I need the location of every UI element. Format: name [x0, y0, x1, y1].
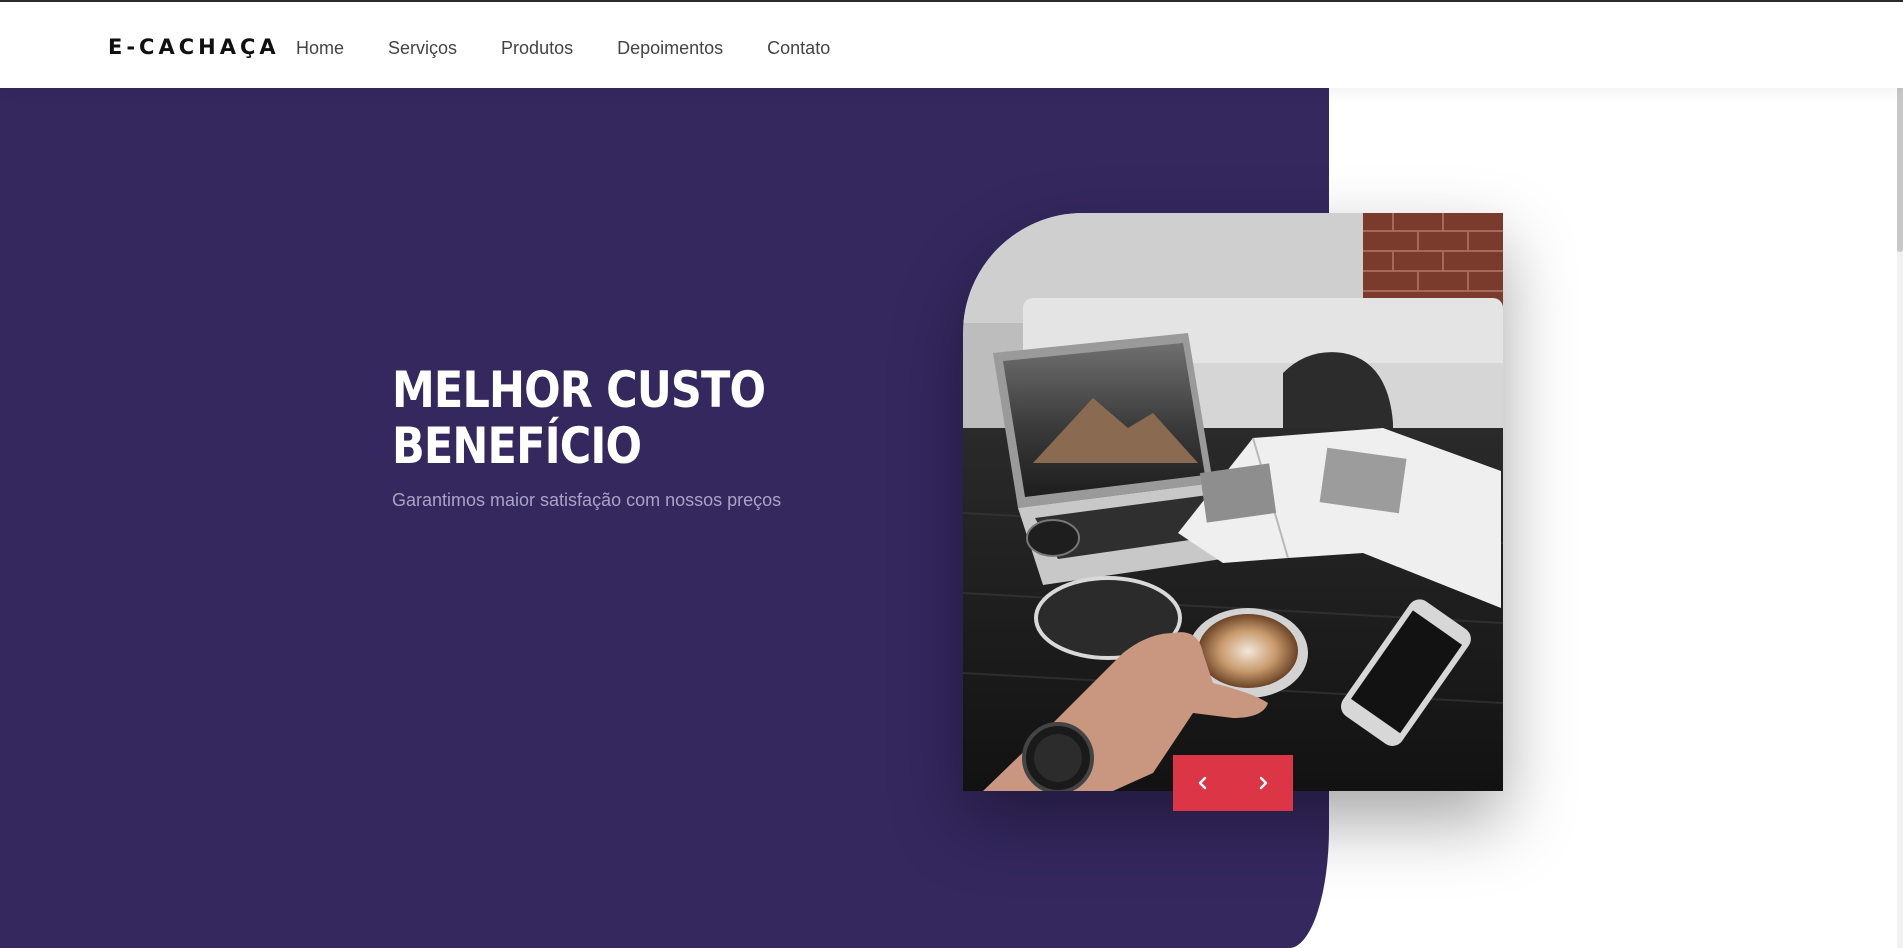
slider-prev-button[interactable] — [1173, 755, 1233, 811]
nav-item-servicos[interactable]: Serviços — [388, 36, 457, 60]
hero-title-line-2: BENEFÍCIO — [392, 417, 642, 475]
brand-logo[interactable]: E-CACHAÇA — [108, 32, 280, 62]
workspace-photo — [963, 213, 1503, 791]
nav-item-depoimentos[interactable]: Depoimentos — [617, 36, 723, 60]
slider-controls — [1173, 755, 1293, 811]
slider-next-button[interactable] — [1233, 755, 1293, 811]
chevron-left-icon — [1198, 776, 1207, 790]
hero-slide-image — [963, 213, 1503, 791]
nav-item-home[interactable]: Home — [296, 36, 344, 60]
navbar: E-CACHAÇA Home Serviços Produtos Depoime… — [0, 2, 1903, 88]
hero-text-block: MELHOR CUSTO BENEFÍCIO Garantimos maior … — [392, 362, 912, 512]
nav-item-produtos[interactable]: Produtos — [501, 36, 573, 60]
main-nav: Home Serviços Produtos Depoimentos Conta… — [296, 36, 830, 60]
hero-subtitle: Garantimos maior satisfação com nossos p… — [392, 490, 782, 510]
nav-item-contato[interactable]: Contato — [767, 36, 830, 60]
hero-title: MELHOR CUSTO BENEFÍCIO — [392, 362, 874, 474]
hero-title-line-1: MELHOR CUSTO — [392, 361, 766, 419]
chevron-right-icon — [1259, 776, 1268, 790]
